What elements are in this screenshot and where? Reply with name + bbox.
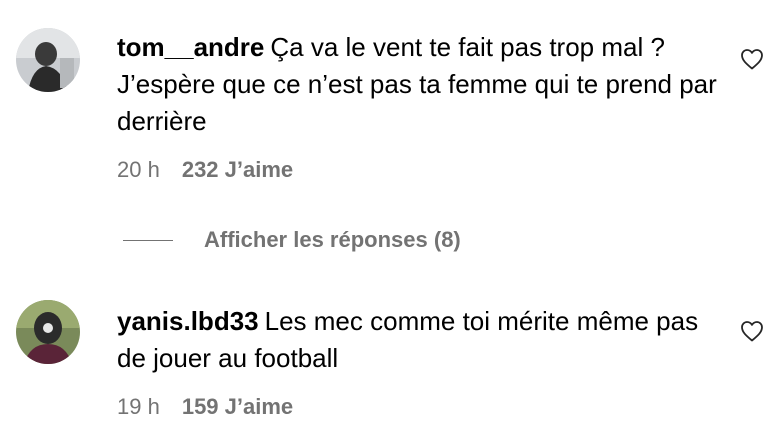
avatar-photo-icon <box>16 300 80 364</box>
comment-text: yanis.lbd33 Les mec comme toi mérite même… <box>117 303 717 377</box>
avatar[interactable] <box>16 28 80 92</box>
avatar[interactable] <box>16 300 80 364</box>
comment-username[interactable]: yanis.lbd33 <box>117 306 259 336</box>
comment-meta: 19 h 159 J’aime <box>117 394 293 420</box>
comment-time[interactable]: 19 h <box>117 394 160 419</box>
avatar-photo-icon <box>16 28 80 92</box>
heart-outline-icon[interactable] <box>740 48 764 70</box>
replies-divider <box>123 239 173 241</box>
heart-outline-icon[interactable] <box>740 320 764 342</box>
view-replies-label: Afficher les réponses (8) <box>204 227 461 252</box>
comment-time[interactable]: 20 h <box>117 157 160 182</box>
comment-likes[interactable]: 232 J’aime <box>182 157 293 182</box>
view-replies-button[interactable]: Afficher les réponses (8) <box>123 227 461 253</box>
comment-likes[interactable]: 159 J’aime <box>182 394 293 419</box>
comment-username[interactable]: tom__andre <box>117 32 264 62</box>
comment-meta: 20 h 232 J’aime <box>117 157 293 183</box>
comment-text: tom__andre Ça va le vent te fait pas trop… <box>117 29 717 140</box>
